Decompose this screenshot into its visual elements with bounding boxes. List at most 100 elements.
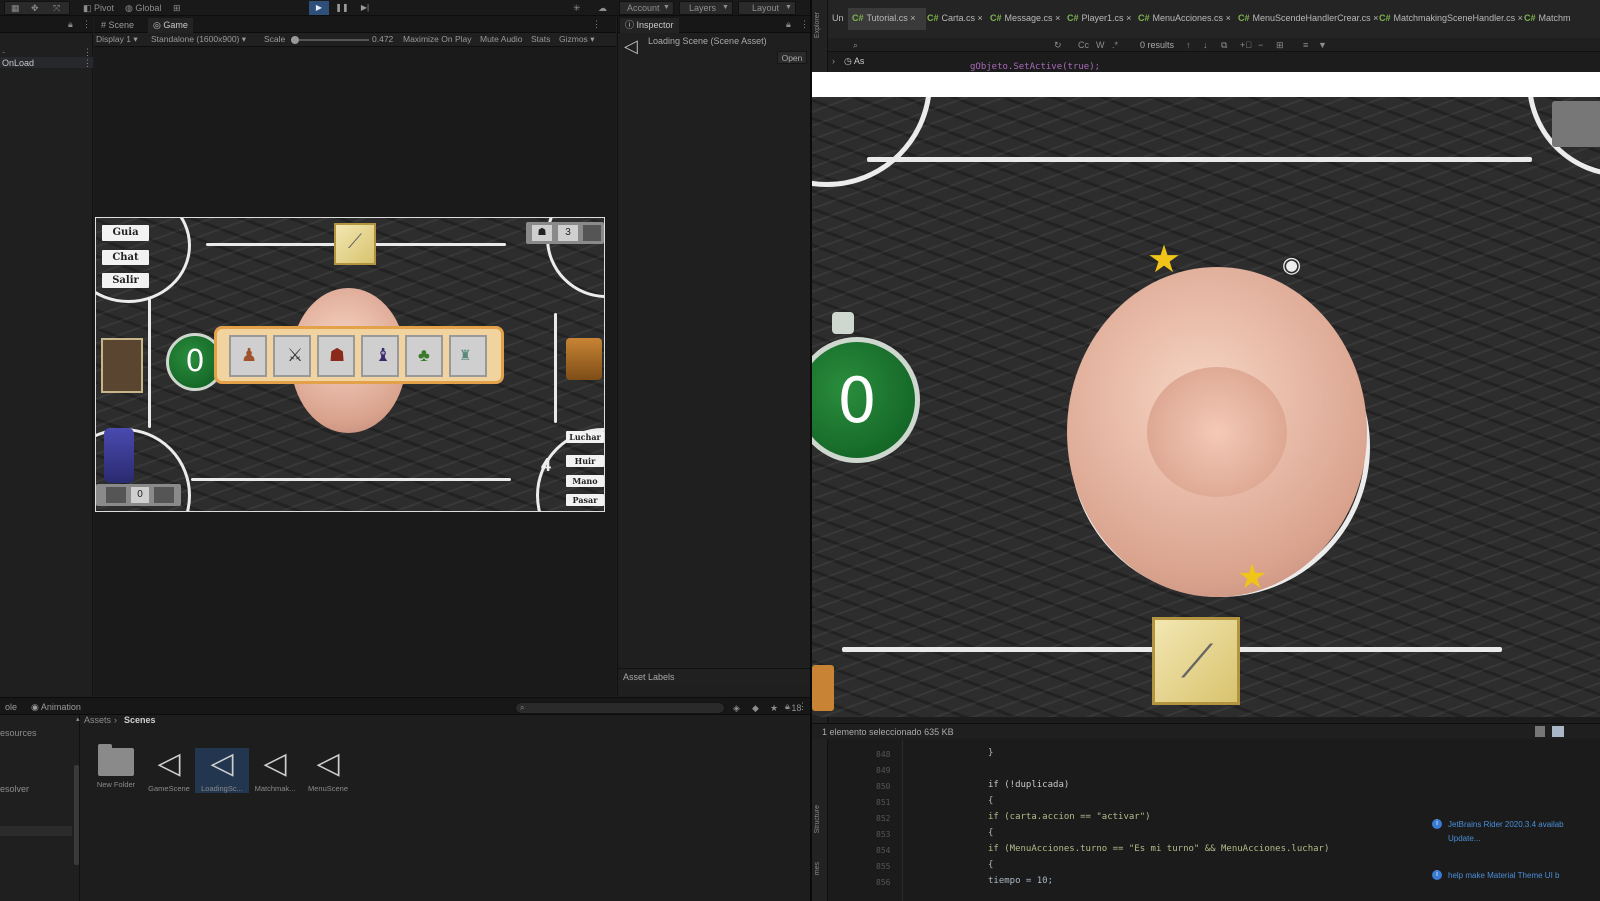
close-icon[interactable]: × — [1226, 13, 1231, 23]
hand-card[interactable]: ⚔ — [273, 335, 311, 377]
gizmos-dropdown[interactable]: Gizmos ▾ — [559, 34, 594, 45]
hand-card[interactable]: ☗ — [317, 335, 355, 377]
asset-loadingscene[interactable]: ◁ LoadingSc... — [195, 748, 249, 793]
tool-buttons[interactable]: ▦ ✥ ⤧ — [4, 1, 70, 15]
asset-menuscene[interactable]: ◁ MenuScene — [301, 748, 355, 794]
menu-dots-icon[interactable]: ⋮ — [800, 18, 809, 30]
mano-button[interactable]: Mano — [566, 475, 604, 487]
stats-toggle[interactable]: Stats — [531, 34, 550, 44]
arrow-up-icon[interactable]: ↑ — [1186, 39, 1191, 51]
layers-dropdown[interactable]: Layers ▼ — [679, 1, 733, 15]
notification-material[interactable]: i help make Material Theme UI b — [1432, 866, 1600, 882]
tab-console[interactable]: ole — [0, 700, 22, 715]
snap-icon[interactable]: ⊞ — [173, 2, 181, 14]
tab-carta[interactable]: C# Carta.cs × — [927, 13, 983, 23]
tab-game[interactable]: ◎ Game — [148, 18, 193, 33]
settings-icon[interactable]: ≡ — [1303, 39, 1308, 51]
resolution-dropdown[interactable]: Standalone (1600x900) ▾ — [151, 34, 246, 45]
lock-icon[interactable]: 🔒︎ — [786, 18, 791, 30]
remove-occurrence-icon[interactable]: − — [1258, 39, 1263, 51]
sidebar-item-resources[interactable]: esources — [0, 727, 37, 739]
display-dropdown[interactable]: Display 1 ▾ — [96, 34, 138, 45]
close-icon[interactable]: × — [1373, 13, 1378, 23]
tree-item[interactable]: ◷ As — [844, 55, 864, 67]
close-icon[interactable]: × — [1055, 13, 1060, 23]
notification-update-link[interactable]: Update... — [1448, 834, 1480, 843]
hand-card[interactable]: ♜ — [449, 335, 487, 377]
guia-button[interactable]: Guia — [102, 225, 149, 241]
rotate-tool-icon[interactable]: ⤧ — [53, 2, 60, 14]
collab-icon[interactable]: ✳ — [573, 2, 581, 14]
close-icon[interactable]: × — [910, 13, 915, 23]
treasure-chest-icon[interactable] — [566, 338, 602, 380]
add-occurrence-icon[interactable]: +⃞ — [1240, 39, 1252, 51]
match-case-toggle[interactable]: Cc — [1078, 39, 1089, 51]
star-icon[interactable]: ★ — [770, 702, 778, 714]
regex-toggle[interactable]: .* — [1112, 39, 1118, 51]
arrow-down-icon[interactable]: ↓ — [1203, 39, 1208, 51]
menu-dots-icon[interactable]: ⋮ — [82, 18, 91, 30]
layout-dropdown[interactable]: Layout ▼ — [738, 1, 796, 15]
structure-stripe-label[interactable]: Structure — [814, 805, 821, 833]
notification-update[interactable]: i JetBrains Rider 2020.3.4 availab Updat… — [1432, 812, 1600, 862]
hand-card[interactable]: ♣ — [405, 335, 443, 377]
tab-tutorial[interactable]: C# Tutorial.cs × — [852, 13, 915, 23]
hierarchy-row[interactable]: - ⋮ — [0, 46, 93, 57]
select-occurrences-icon[interactable]: ⊞ — [1276, 39, 1284, 51]
pause-button[interactable]: ❚❚ — [332, 1, 352, 15]
global-button[interactable]: ◍ Global — [125, 2, 161, 14]
scale-slider[interactable] — [291, 36, 369, 44]
tab-player1[interactable]: C# Player1.cs × — [1067, 13, 1131, 23]
breadcrumb-assets[interactable]: Assets — [84, 714, 111, 726]
game-view-board[interactable]: Guia Chat Salir ⟋ ☗ 3 0 0 ♟ ⚔ ☗ ♝ ♣ ♜ 4 … — [95, 217, 605, 512]
filter-type-icon[interactable]: ◈ — [733, 702, 740, 714]
open-button[interactable]: Open — [777, 51, 807, 64]
label-icon[interactable]: ◆ — [752, 702, 759, 714]
step-button[interactable]: ▶| — [355, 1, 375, 15]
pasar-button[interactable]: Pasar — [566, 494, 604, 506]
select-all-icon[interactable]: ⧉ — [1221, 39, 1227, 51]
filter-icon[interactable]: ▼ — [1318, 39, 1327, 51]
lock-icon[interactable]: 🔒︎ — [68, 18, 73, 30]
top-card[interactable]: ⟋ — [334, 223, 376, 265]
huir-button[interactable]: Huir — [566, 455, 604, 467]
scale-slider-handle[interactable] — [291, 36, 299, 44]
project-search-input[interactable]: ⌕ — [515, 702, 725, 714]
hierarchy-item-onload[interactable]: OnLoad ⋮ — [0, 57, 93, 68]
menu-dots-icon[interactable]: ⋮ — [592, 18, 601, 30]
row-menu-icon[interactable]: ⋮ — [83, 57, 92, 69]
pivot-button[interactable]: ◧ Pivot — [83, 2, 114, 14]
sidebar-selected-row[interactable] — [0, 826, 72, 836]
tab-unity-explorer[interactable]: Un — [832, 13, 844, 23]
move-tool-icon[interactable]: ✥ — [31, 2, 39, 14]
explorer-stripe-label[interactable]: Explorer — [814, 12, 821, 38]
tab-scene[interactable]: # Scene — [96, 18, 139, 33]
door-icon[interactable] — [101, 338, 143, 393]
clear-icon[interactable]: ↻ — [1054, 39, 1062, 51]
chat-button[interactable]: Chat — [102, 250, 149, 265]
luchar-button[interactable]: Luchar — [566, 431, 604, 443]
breadcrumb-scenes[interactable]: Scenes — [124, 714, 156, 726]
close-icon[interactable]: × — [1126, 13, 1131, 23]
sidebar-scrollbar[interactable] — [74, 765, 79, 865]
tab-matchm[interactable]: C# Matchm — [1524, 13, 1571, 23]
mes-stripe-label[interactable]: mes — [814, 862, 821, 875]
asset-gamescene[interactable]: ◁ GameScene — [142, 748, 196, 794]
tab-menuscendehandlercrear[interactable]: C# MenuScendeHandlerCrear.cs × — [1238, 13, 1378, 23]
play-button[interactable]: ▶ — [309, 1, 329, 15]
close-icon[interactable]: × — [978, 13, 983, 23]
mute-audio-toggle[interactable]: Mute Audio — [480, 34, 523, 44]
search-icon[interactable]: ⌕ — [853, 39, 858, 51]
cloud-icon[interactable]: ☁ — [598, 2, 607, 14]
account-dropdown[interactable]: Account ▼ — [619, 1, 674, 15]
hidden-count[interactable]: ◌18 — [786, 702, 801, 714]
split-icon[interactable] — [1535, 726, 1545, 737]
tab-message[interactable]: C# Message.cs × — [990, 13, 1060, 23]
asset-labels-bar[interactable]: Asset Labels — [618, 668, 811, 683]
layout-icon[interactable] — [1552, 726, 1564, 737]
tree-toggle-icon[interactable]: › — [832, 55, 835, 67]
asset-new-folder[interactable]: New Folder — [89, 744, 143, 789]
salir-button[interactable]: Salir — [102, 273, 149, 288]
hand-card[interactable]: ♟ — [229, 335, 267, 377]
maximize-on-play-toggle[interactable]: Maximize On Play — [403, 34, 472, 44]
